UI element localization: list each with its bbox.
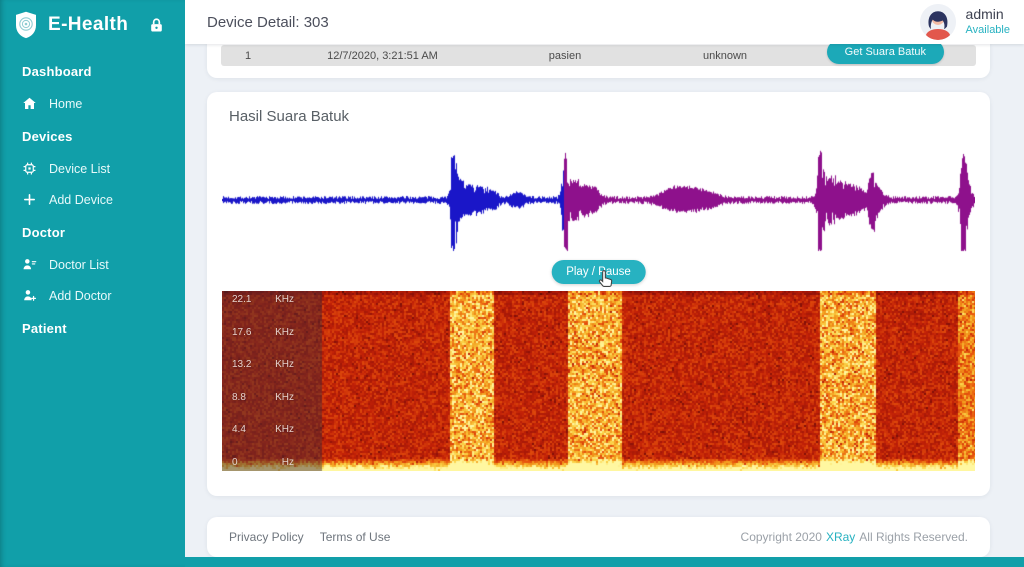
row-patient: pasien <box>490 50 640 62</box>
sidebar: E-Health Dashboard Home Devices <box>0 0 185 567</box>
freq-label: 22.1KHz <box>232 294 294 305</box>
sidebar-item-label: Home <box>49 97 82 111</box>
privacy-policy-link[interactable]: Privacy Policy <box>229 530 304 544</box>
top-header: Device Detail: 303 admin Available <box>185 0 1024 44</box>
home-icon <box>22 96 37 111</box>
nav-section-doctor: Doctor <box>0 215 185 249</box>
nav-section-patient: Patient <box>0 311 185 345</box>
user-menu[interactable]: admin Available <box>920 4 1010 40</box>
device-record-card: 1 12/7/2020, 3:21:51 AM pasien unknown 0… <box>207 42 990 78</box>
sidebar-item-label: Device List <box>49 162 110 176</box>
terms-of-use-link[interactable]: Terms of Use <box>320 530 391 544</box>
user-status: Available <box>966 24 1010 38</box>
sidebar-item-home[interactable]: Home <box>0 88 185 119</box>
freq-label: 0Hz <box>232 457 294 468</box>
row-status: unknown <box>640 50 810 62</box>
nav-section-dashboard: Dashboard <box>0 54 185 88</box>
copyright-prefix: Copyright 2020 <box>741 530 822 544</box>
spectrogram-canvas <box>222 291 975 471</box>
nav-section-devices: Devices <box>0 119 185 153</box>
app-logo: E-Health <box>0 0 185 48</box>
freq-label: 13.2KHz <box>232 359 294 370</box>
doctor-add-icon <box>22 288 37 303</box>
copyright: Copyright 2020 XRay All Rights Reserved. <box>741 530 968 544</box>
app-title: E-Health <box>48 14 128 36</box>
sidebar-item-doctor-list[interactable]: Doctor List <box>0 249 185 280</box>
sidebar-item-add-device[interactable]: Add Device <box>0 184 185 215</box>
sidebar-item-add-doctor[interactable]: Add Doctor <box>0 280 185 311</box>
freq-label: 8.8KHz <box>232 392 294 403</box>
doctor-list-icon <box>22 257 37 272</box>
play-pause-button[interactable]: Play / Pause <box>551 260 646 284</box>
user-name: admin <box>966 6 1010 24</box>
freq-label: 17.6KHz <box>232 327 294 338</box>
sidebar-nav: Dashboard Home Devices Device List <box>0 48 185 345</box>
waveform-chart <box>222 148 975 253</box>
lock-icon <box>148 17 165 34</box>
waveform-canvas <box>222 148 975 253</box>
sidebar-item-device-list[interactable]: Device List <box>0 153 185 184</box>
shield-logo-icon <box>14 11 38 39</box>
spectrogram-chart: 22.1KHz 17.6KHz 13.2KHz 8.8KHz 4.4KHz 0Hz <box>222 291 975 471</box>
footer: Privacy Policy Terms of Use Copyright 20… <box>207 517 990 557</box>
row-datetime: 12/7/2020, 3:21:51 AM <box>275 50 490 62</box>
sidebar-item-label: Add Device <box>49 193 113 207</box>
footer-links: Privacy Policy Terms of Use <box>229 530 390 544</box>
brand-name: XRay <box>826 530 855 544</box>
chip-icon <box>22 161 37 176</box>
copyright-suffix: All Rights Reserved. <box>859 530 968 544</box>
app-window: E-Health Dashboard Home Devices <box>0 0 1024 567</box>
female-avatar <box>920 4 956 40</box>
sidebar-item-label: Doctor List <box>49 258 109 272</box>
sidebar-item-label: Add Doctor <box>49 289 112 303</box>
plus-icon <box>22 192 37 207</box>
user-meta: admin Available <box>966 6 1010 37</box>
hasil-suara-batuk-panel: Hasil Suara Batuk Play / Pause 22.1KHz 17… <box>207 92 990 496</box>
panel-title: Hasil Suara Batuk <box>229 108 349 125</box>
freq-label: 4.4KHz <box>232 424 294 435</box>
page-title: Device Detail: 303 <box>207 14 329 31</box>
row-index: 1 <box>221 50 275 62</box>
